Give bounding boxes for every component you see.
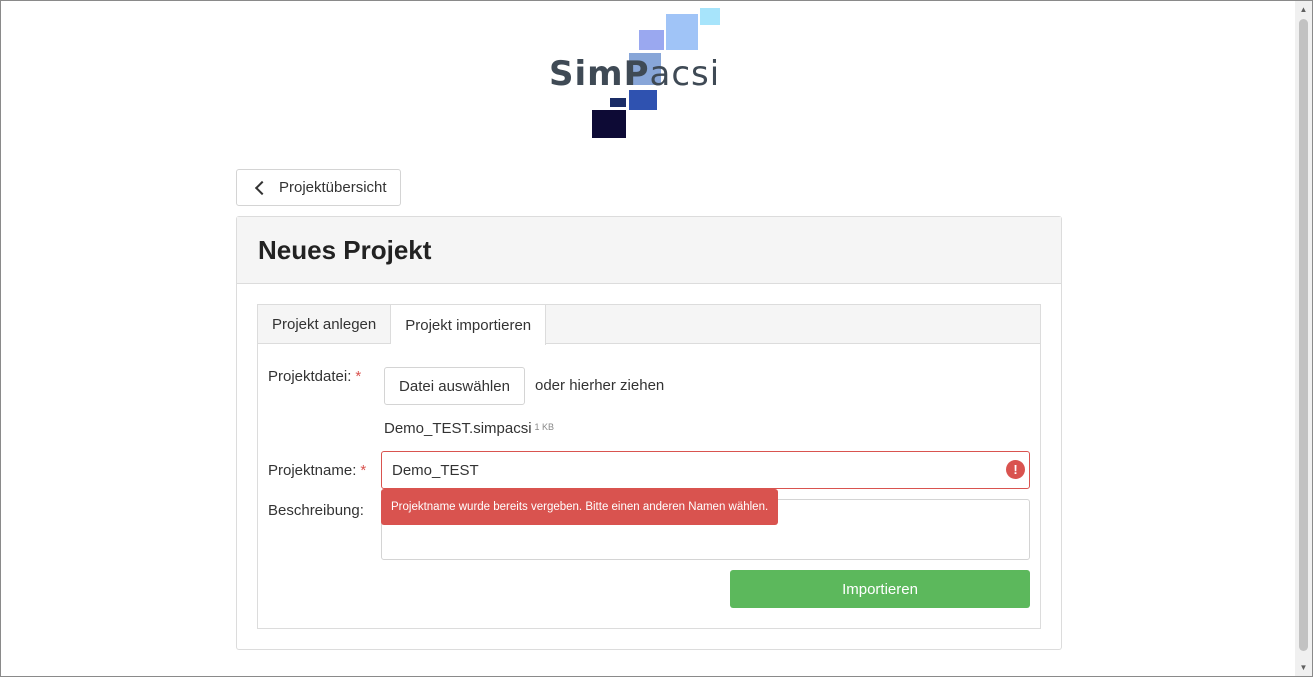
new-project-panel: Neues Projekt Projekt anlegen Projekt im… <box>236 216 1062 650</box>
simpacsi-logo: SimPacsi <box>546 6 751 141</box>
choose-file-button[interactable]: Datei auswählen <box>384 367 525 405</box>
logo-square <box>666 14 698 50</box>
tab-container: Projekt anlegen Projekt importieren Proj… <box>257 304 1041 629</box>
project-name-input[interactable] <box>381 451 1030 489</box>
page-title: Neues Projekt <box>258 234 432 265</box>
page-scrollbar[interactable]: ▲ ▼ <box>1295 1 1312 676</box>
back-to-overview-button[interactable]: Projektübersicht <box>236 169 401 206</box>
scroll-down-icon[interactable]: ▼ <box>1295 659 1312 676</box>
exclamation-circle-icon: ! <box>1006 460 1025 479</box>
import-button[interactable]: Importieren <box>730 570 1030 608</box>
name-field-label: Projektname: * <box>268 462 367 479</box>
drop-hint-text: oder hierher ziehen <box>535 377 665 394</box>
tab-strip: Projekt anlegen Projekt importieren <box>258 305 1040 345</box>
panel-header: Neues Projekt <box>237 217 1061 284</box>
logo-square <box>639 30 664 50</box>
file-name: Demo_TEST.simpacsi <box>384 420 532 437</box>
chevron-left-icon <box>254 180 270 195</box>
back-button-label: Projektübersicht <box>279 179 387 196</box>
tab-import-project[interactable]: Projekt importieren <box>391 305 547 345</box>
tab-create-project[interactable]: Projekt anlegen <box>258 305 392 344</box>
description-field-label: Beschreibung: <box>268 502 364 519</box>
file-size: 1 KB <box>534 422 555 432</box>
logo-square <box>592 110 626 138</box>
logo-square <box>610 98 626 107</box>
file-field-label: Projektdatei: * <box>268 368 362 385</box>
logo-square <box>700 8 720 25</box>
logo-wordmark: SimPacsi <box>549 54 721 94</box>
browser-window: SimPacsi Projektübersicht Neues Projekt … <box>0 0 1313 677</box>
selected-file: Demo_TEST.simpacsi 1 KB <box>384 420 554 437</box>
scroll-up-icon[interactable]: ▲ <box>1295 1 1312 18</box>
name-error-tooltip: Projektname wurde bereits vergeben. Bitt… <box>381 489 779 525</box>
scrollbar-thumb[interactable] <box>1299 19 1308 651</box>
